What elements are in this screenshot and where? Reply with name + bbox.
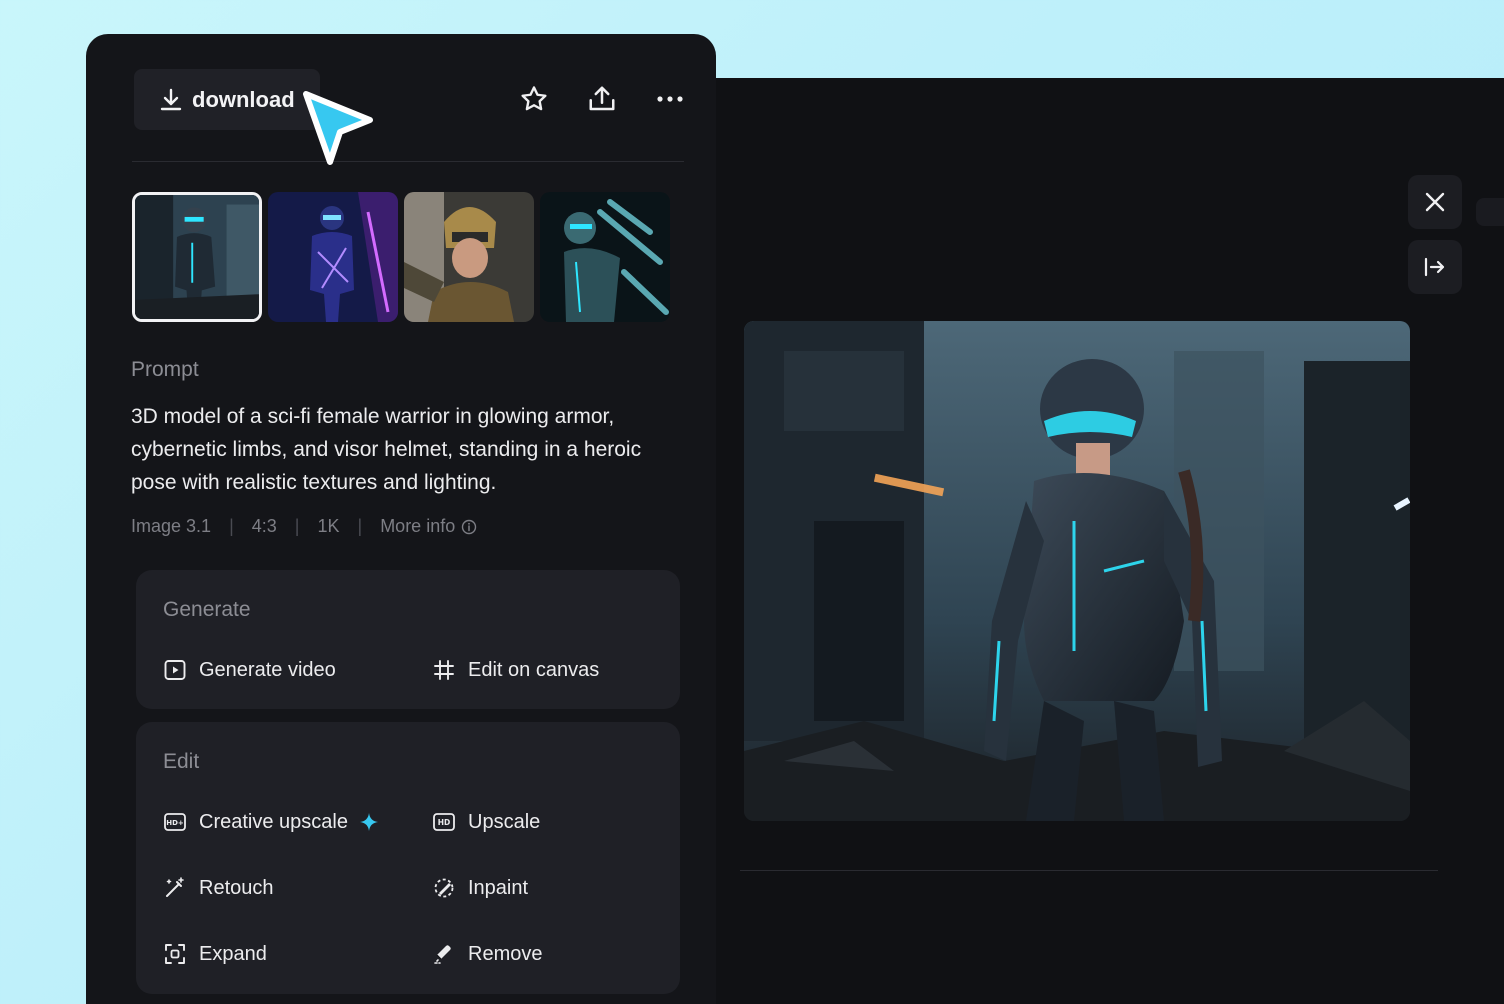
collapse-panel-button[interactable] — [1408, 240, 1462, 294]
video-play-icon — [163, 658, 187, 682]
eraser-icon — [432, 942, 456, 966]
upscale-label: Upscale — [468, 810, 541, 833]
details-panel: download Prompt 3D model of a sci-fi fem… — [86, 34, 716, 1004]
more-dots-icon — [657, 96, 683, 102]
thumbnail-strip — [132, 192, 670, 322]
edit-on-canvas-button[interactable]: Edit on canvas — [432, 658, 599, 682]
thumbnail-3[interactable] — [404, 192, 534, 322]
upscale-button[interactable]: HD Upscale — [432, 810, 540, 834]
share-button[interactable] — [584, 81, 620, 117]
retouch-label: Retouch — [199, 876, 274, 899]
generate-card: Generate Generate video Edit on canvas — [136, 570, 680, 709]
meta-resolution: 1K — [317, 516, 340, 536]
pointer-cursor-icon — [303, 91, 373, 165]
edit-on-canvas-label: Edit on canvas — [468, 658, 600, 681]
sparkle-icon — [359, 813, 378, 831]
prompt-text: 3D model of a sci-fi female warrior in g… — [131, 405, 642, 494]
edit-title: Edit — [163, 750, 200, 773]
remove-button[interactable]: Remove — [432, 942, 542, 966]
inpaint-button[interactable]: Inpaint — [432, 876, 528, 900]
main-preview-image — [744, 321, 1410, 821]
viewer-divider — [740, 870, 1438, 871]
generate-video-label: Generate video — [199, 658, 336, 681]
meta-separator: | — [357, 516, 363, 536]
thumbnail-1[interactable] — [132, 192, 262, 322]
hd-icon: HD — [432, 810, 456, 834]
expand-label: Expand — [199, 942, 267, 965]
download-button[interactable]: download — [134, 69, 320, 130]
close-icon — [1425, 192, 1445, 212]
side-tab[interactable] — [1476, 198, 1504, 226]
thumbnail-2[interactable] — [268, 192, 398, 322]
download-label: download — [192, 86, 295, 112]
creative-upscale-button[interactable]: HD+ Creative upscale — [163, 810, 378, 834]
svg-text:HD+: HD+ — [166, 819, 184, 827]
more-options-button[interactable] — [652, 81, 688, 117]
meta-ratio: 4:3 — [251, 516, 277, 536]
creative-upscale-label: Creative upscale — [199, 810, 348, 833]
image-meta: Image 3.1 | 4:3 | 1K | More info — [131, 516, 477, 537]
image-viewer — [700, 78, 1504, 1004]
thumbnail-4[interactable] — [540, 192, 670, 322]
favorite-button[interactable] — [516, 81, 552, 117]
inpaint-label: Inpaint — [468, 876, 529, 899]
retouch-button[interactable]: Retouch — [163, 876, 274, 900]
download-icon — [160, 88, 182, 110]
top-divider — [132, 161, 684, 162]
collapse-arrow-icon — [1424, 257, 1445, 277]
meta-model: Image 3.1 — [131, 516, 212, 536]
magic-wand-icon — [163, 876, 187, 900]
hd-plus-icon: HD+ — [163, 810, 187, 834]
share-icon — [589, 86, 615, 111]
expand-button[interactable]: Expand — [163, 942, 267, 966]
more-info-label: More info — [380, 516, 456, 536]
expand-icon — [163, 942, 187, 966]
close-button[interactable] — [1408, 175, 1462, 229]
prompt-label: Prompt — [131, 358, 199, 381]
meta-separator: | — [229, 516, 234, 536]
remove-label: Remove — [468, 942, 543, 965]
generate-video-button[interactable]: Generate video — [163, 658, 336, 682]
info-icon — [462, 519, 477, 534]
inpaint-icon — [432, 876, 456, 900]
more-info-link[interactable]: More info — [380, 516, 477, 537]
svg-text:HD: HD — [438, 818, 451, 827]
meta-separator: | — [294, 516, 300, 536]
canvas-crop-icon — [432, 658, 456, 682]
star-icon — [521, 86, 547, 111]
edit-card: Edit HD+ Creative upscale HD Upscale Ret… — [136, 722, 680, 994]
generate-title: Generate — [163, 598, 251, 621]
